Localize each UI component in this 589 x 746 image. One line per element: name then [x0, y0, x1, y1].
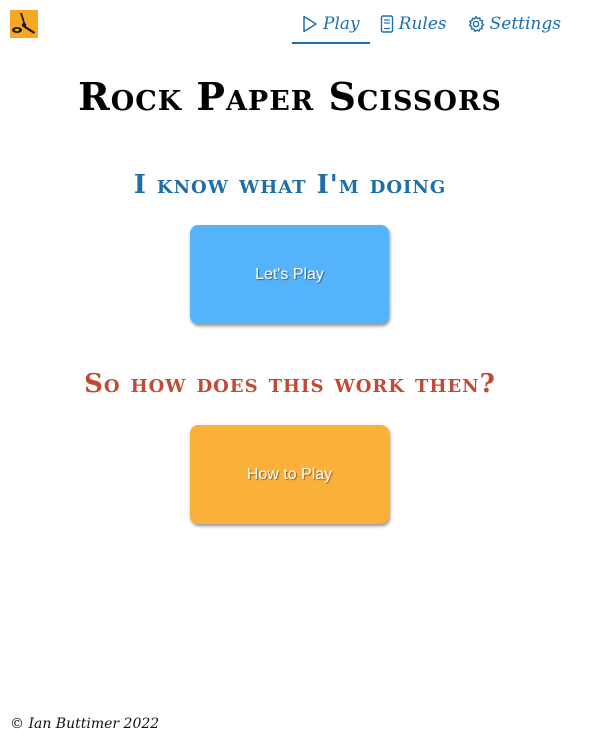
nav-item-rules[interactable]: Rules — [370, 12, 457, 42]
play-section-heading: I know what I'm doing — [133, 170, 447, 200]
copyright-footer: © Ian Buttimer 2022 — [10, 716, 160, 732]
rules-section-heading: So how does this work then? — [84, 369, 496, 399]
scissors-logo-icon — [10, 10, 38, 38]
book-icon — [380, 15, 394, 33]
top-nav: Play Rules Settings — [292, 12, 571, 44]
nav-item-label: Rules — [398, 14, 447, 34]
nav-item-label: Settings — [489, 14, 561, 34]
nav-item-play[interactable]: Play — [292, 12, 370, 44]
app-logo[interactable] — [10, 10, 38, 38]
nav-item-settings[interactable]: Settings — [457, 12, 571, 42]
how-to-play-button[interactable]: How to Play — [190, 425, 389, 524]
gear-icon — [467, 15, 485, 33]
app-page: Play Rules Settings Rock Paper Scissors … — [0, 0, 589, 746]
play-icon — [302, 15, 318, 33]
lets-play-button[interactable]: Let's Play — [190, 225, 389, 324]
nav-item-label: Play — [323, 14, 360, 34]
page-title: Rock Paper Scissors — [78, 74, 502, 119]
